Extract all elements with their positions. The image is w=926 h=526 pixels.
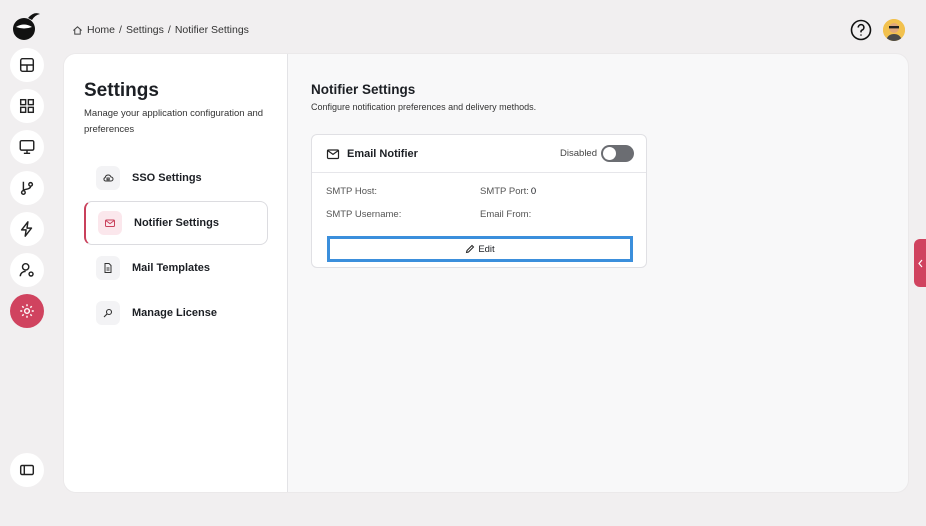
breadcrumb-current: Notifier Settings <box>174 24 249 36</box>
edit-button[interactable]: Edit <box>327 236 633 262</box>
smtp-port-value: 0 <box>530 186 537 197</box>
breadcrumb-separator: / <box>167 24 171 36</box>
notifier-toggle[interactable] <box>601 145 634 162</box>
nav-item-manage-license[interactable]: Manage License <box>84 291 268 335</box>
settings-sidebar: Settings Manage your application configu… <box>64 54 288 492</box>
rail-dashboard-button[interactable] <box>10 48 44 82</box>
nav-label: Manage License <box>132 307 217 319</box>
pencil-icon <box>466 244 475 254</box>
email-notifier-card: Email Notifier Disabled SMTP Host: SMTP … <box>311 134 647 268</box>
breadcrumb: Home / Settings / Notifier Settings <box>72 24 249 36</box>
content-subtitle: Configure notification preferences and d… <box>311 102 537 112</box>
nav-item-mail-templates[interactable]: Mail Templates <box>84 246 268 290</box>
rail-git-button[interactable] <box>10 171 44 205</box>
help-icon[interactable] <box>850 19 872 41</box>
smtp-port-label: SMTP Port <box>480 186 527 197</box>
dashboard-icon <box>19 57 35 73</box>
rail-settings-button[interactable] <box>10 294 44 328</box>
smtp-username-label: SMTP Username <box>326 209 399 220</box>
rail-monitor-button[interactable] <box>10 130 44 164</box>
gear-icon <box>20 304 34 318</box>
git-branch-icon <box>20 181 34 196</box>
nav-icon-wrap <box>96 166 120 190</box>
rail-lightning-button[interactable] <box>10 212 44 246</box>
nav-item-sso-settings[interactable]: SSO Settings <box>84 156 268 200</box>
edit-button-label: Edit <box>478 243 495 255</box>
nav-icon-wrap <box>98 211 122 235</box>
left-rail <box>0 0 54 526</box>
smtp-host-label: SMTP Host <box>326 186 375 197</box>
notifier-title: Email Notifier <box>347 147 418 160</box>
user-avatar[interactable] <box>883 19 905 41</box>
monitor-icon <box>19 139 35 155</box>
nav-label: Mail Templates <box>132 262 211 274</box>
chevron-left-icon <box>917 259 922 267</box>
cloud-lock-icon <box>103 174 114 182</box>
settings-description: Manage your application configuration an… <box>84 108 264 135</box>
home-icon <box>73 25 82 35</box>
breadcrumb-settings[interactable]: Settings <box>126 24 164 36</box>
content-title: Notifier Settings <box>311 82 416 97</box>
lightning-icon <box>20 221 33 237</box>
nav-icon-wrap <box>96 256 120 280</box>
smtp-host-field: SMTP Host: <box>326 186 378 197</box>
rail-collapse-button[interactable] <box>10 453 44 487</box>
mail-icon <box>105 219 115 227</box>
mail-icon <box>326 148 340 159</box>
logo-icon[interactable] <box>10 10 42 42</box>
rail-apps-button[interactable] <box>10 89 44 123</box>
user-settings-icon <box>19 262 34 277</box>
email-from-label: Email From <box>480 209 529 220</box>
settings-title: Settings <box>84 80 159 101</box>
drawer-toggle[interactable] <box>914 239 926 287</box>
smtp-port-field: SMTP Port: 0 <box>480 186 537 197</box>
notifier-status: Disabled <box>560 148 597 159</box>
notifier-header: Email Notifier Disabled <box>312 135 646 173</box>
email-from-field: Email From: <box>480 209 532 220</box>
nav-item-notifier-settings[interactable]: Notifier Settings <box>84 201 268 245</box>
key-icon <box>103 308 113 318</box>
settings-card: Settings Manage your application configu… <box>64 54 908 492</box>
breadcrumb-home[interactable]: Home <box>87 24 115 36</box>
nav-icon-wrap <box>96 301 120 325</box>
document-icon <box>104 263 112 273</box>
nav-label: SSO Settings <box>132 172 202 184</box>
content-header: Notifier Settings Configure notification… <box>311 82 536 112</box>
avatar-icon <box>883 19 905 41</box>
smtp-username-field: SMTP Username: <box>326 209 402 220</box>
rail-user-settings-button[interactable] <box>10 253 44 287</box>
nav-label: Notifier Settings <box>134 217 219 229</box>
sidebar-toggle-icon <box>19 464 35 476</box>
breadcrumb-separator: / <box>119 24 122 36</box>
apps-icon <box>19 98 35 114</box>
